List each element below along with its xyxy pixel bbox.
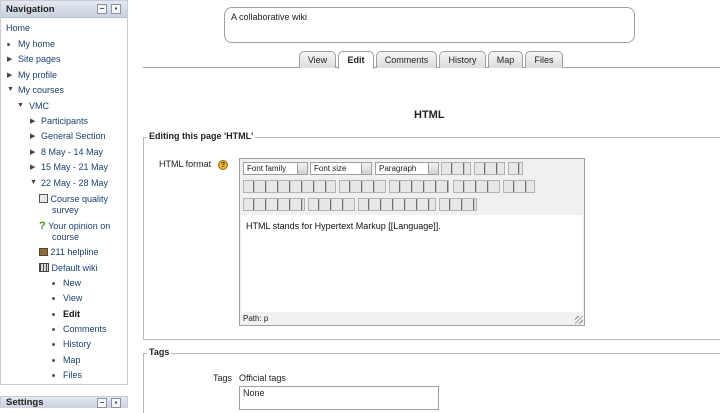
nav-wiki-files[interactable]: Files: [51, 370, 82, 380]
nav-general-section[interactable]: ▶ General Section: [30, 131, 106, 141]
html-editor: Font family Font size Paragraph HTML sta…: [239, 158, 585, 326]
official-tags-label: Official tags: [239, 373, 286, 383]
tab-view[interactable]: View: [299, 51, 336, 68]
collapse-block-icon[interactable]: −: [97, 4, 107, 14]
list-buttons-group[interactable]: [243, 198, 305, 211]
expand-arrow-icon[interactable]: ▶: [30, 148, 35, 156]
dock-block-icon[interactable]: ▪: [111, 398, 121, 408]
tab-edit[interactable]: Edit: [338, 51, 374, 69]
tags-legend: Tags: [147, 347, 172, 357]
editing-legend: Editing this page 'HTML': [147, 131, 256, 141]
nav-week-8-may[interactable]: ▶ 8 May - 14 May: [30, 147, 103, 157]
nav-your-opinion-line2[interactable]: course: [52, 232, 79, 242]
paragraph-format-select[interactable]: Paragraph: [375, 162, 439, 175]
tags-label: Tags: [213, 373, 233, 383]
chevron-down-icon[interactable]: [428, 162, 439, 175]
nav-week-22-may[interactable]: ▼ 22 May - 28 May: [30, 178, 108, 188]
navigation-title: Navigation: [6, 4, 55, 15]
dock-block-icon[interactable]: ▪: [111, 4, 121, 14]
nav-wiki-history[interactable]: History: [51, 339, 91, 349]
nav-my-courses[interactable]: ▼ My courses: [7, 85, 64, 95]
collapse-arrow-icon[interactable]: ▼: [17, 102, 24, 109]
nav-wiki-new[interactable]: New: [51, 278, 81, 288]
chevron-down-icon[interactable]: [361, 162, 372, 175]
alignment-buttons-group[interactable]: [339, 180, 386, 193]
undo-redo-buttons-group[interactable]: [308, 198, 355, 211]
tab-files[interactable]: Files: [525, 51, 563, 68]
spellcheck-buttons-group[interactable]: [439, 198, 477, 211]
font-family-select[interactable]: Font family: [243, 162, 308, 175]
insert-buttons-group[interactable]: [358, 198, 436, 211]
wiki-title-box: A collaborative wiki: [224, 7, 635, 43]
nav-wiki-edit[interactable]: Edit: [52, 309, 80, 319]
nav-default-wiki[interactable]: Default wiki: [39, 263, 98, 273]
search-replace-buttons-group[interactable]: [453, 180, 500, 193]
survey-icon: [39, 194, 48, 203]
nav-211-helpline[interactable]: 211 helpline: [39, 247, 98, 257]
nav-wiki-map[interactable]: Map: [52, 355, 81, 365]
help-icon[interactable]: ?: [218, 160, 228, 170]
text-style-buttons-group[interactable]: [243, 180, 336, 193]
editor-content-text: HTML stands for Hypertext Markup [[Langu…: [246, 221, 441, 231]
tab-map[interactable]: Map: [488, 51, 523, 68]
expand-arrow-icon[interactable]: ▶: [30, 163, 35, 171]
official-tags-option[interactable]: None: [243, 388, 265, 398]
nav-course-vmc[interactable]: ▼ VMC: [17, 101, 49, 111]
wiki-name: A collaborative wiki: [231, 12, 308, 22]
html-format-label: HTML format: [159, 159, 212, 169]
nav-my-home[interactable]: My home: [6, 39, 55, 49]
editor-content-area[interactable]: HTML stands for Hypertext Markup [[Langu…: [241, 215, 583, 312]
resource-box-icon: [39, 248, 48, 256]
navigation-block: Navigation − ▪ Home My home ▶ Site pages…: [0, 0, 128, 385]
collapse-arrow-icon[interactable]: ▼: [30, 179, 37, 186]
expand-arrow-icon[interactable]: ▶: [7, 71, 12, 79]
settings-title: Settings: [6, 397, 44, 408]
fullscreen-button-icon[interactable]: [508, 162, 523, 175]
nav-home[interactable]: Home: [6, 23, 30, 33]
tab-history[interactable]: History: [439, 51, 486, 68]
navigation-header: Navigation − ▪: [1, 1, 127, 18]
cleanup-buttons-group[interactable]: [503, 180, 535, 193]
official-tags-select[interactable]: None: [239, 386, 439, 410]
collapse-block-icon[interactable]: −: [97, 398, 107, 408]
nav-course-quality-survey[interactable]: Course quality: [39, 194, 108, 204]
chevron-down-icon[interactable]: [297, 162, 308, 175]
resize-grip-icon[interactable]: [575, 316, 583, 324]
nav-wiki-view[interactable]: View: [51, 293, 82, 303]
color-buttons-group[interactable]: [441, 162, 471, 175]
collapse-arrow-icon[interactable]: ▼: [7, 86, 14, 93]
nav-my-profile[interactable]: ▶ My profile: [7, 70, 57, 80]
settings-block-header: Settings − ▪: [0, 396, 128, 408]
page-title: HTML: [414, 109, 445, 121]
editor-path-bar: Path: p: [243, 314, 269, 323]
nav-wiki-comments[interactable]: Comments: [52, 324, 107, 334]
expand-arrow-icon[interactable]: ▶: [30, 132, 35, 140]
nav-your-opinion[interactable]: ? Your opinion on: [39, 220, 110, 232]
nav-week-15-may[interactable]: ▶ 15 May - 21 May: [30, 162, 108, 172]
nav-participants[interactable]: ▶ Participants: [30, 116, 88, 126]
nav-course-quality-survey-line2[interactable]: survey: [52, 205, 79, 215]
wiki-icon: [39, 263, 49, 272]
font-size-select[interactable]: Font size: [310, 162, 372, 175]
nav-site-pages[interactable]: ▶ Site pages: [7, 54, 61, 64]
expand-arrow-icon[interactable]: ▶: [30, 117, 35, 125]
tab-comments[interactable]: Comments: [376, 51, 437, 68]
question-icon: ?: [39, 220, 46, 232]
expand-arrow-icon[interactable]: ▶: [7, 55, 12, 63]
text-direction-buttons-group[interactable]: [474, 162, 505, 175]
clipboard-buttons-group[interactable]: [389, 180, 449, 193]
